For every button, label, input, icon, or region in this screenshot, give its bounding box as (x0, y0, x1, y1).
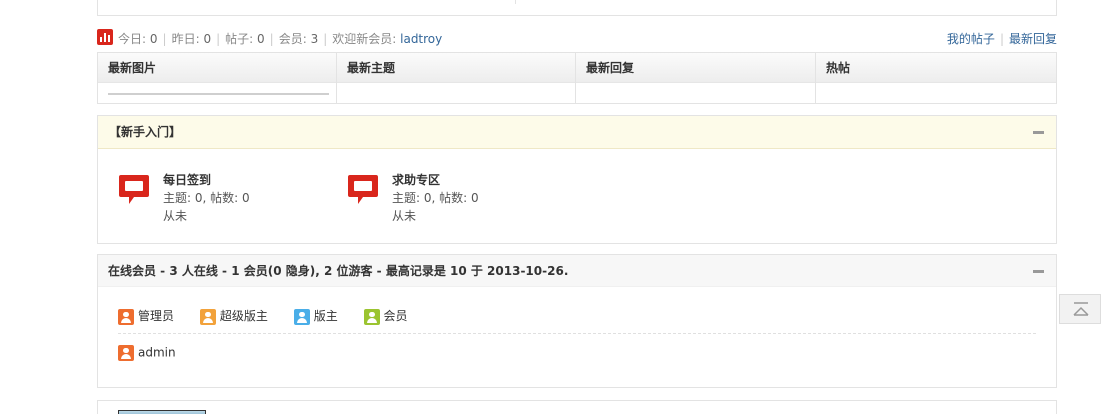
newbie-category-title[interactable]: 【新手入门】 (109, 125, 181, 139)
today-value: 0 (149, 32, 158, 46)
next-section-box (97, 400, 1057, 414)
latest-content-grid: 最新图片 最新主题 最新回复 热帖 (97, 52, 1057, 104)
super-moderator-user-icon (199, 308, 216, 325)
legend-label: 版主 (313, 309, 338, 323)
online-members-header: 在线会员 - 3 人在线 - 1 会员(0 隐身), 2 位游客 - 最高记录是… (98, 255, 1056, 287)
forum-stats-bar: 今日: 0 | 昨日: 0 | 帖子: 0 | 会员: 3 | 欢迎新会员: ladtroy 我… (97, 28, 1057, 46)
member-user-icon (363, 308, 380, 325)
admin-user-icon (118, 345, 134, 361)
user-group-legend: 管理员 超级版主 版主 会员 (118, 307, 430, 325)
legend-item-super-moderator: 超级版主 (199, 307, 268, 325)
column-divider (515, 0, 516, 4)
welcome-label: 欢迎新会员: (332, 32, 397, 46)
online-member-name[interactable]: admin (138, 346, 176, 360)
newbie-category-box: 【新手入门】 每日签到 主题: 0, 帖数: 0 从未 求助专区 主题: 0, … (97, 115, 1057, 244)
newest-member-link[interactable]: ladtroy (400, 32, 442, 46)
stats-items: 今日: 0 | 昨日: 0 | 帖子: 0 | 会员: 3 | 欢迎新会员: ladtroy (118, 32, 443, 46)
today-label: 今日: (118, 32, 147, 46)
stats-links: 我的帖子 | 最新回复 (946, 32, 1057, 46)
latest-replies-column: 最新回复 (576, 53, 816, 103)
admin-user-icon (118, 308, 134, 325)
members-label: 会员: (278, 32, 307, 46)
forum-last-post: 从未 (163, 209, 188, 223)
online-member-item[interactable]: admin (118, 345, 176, 361)
legend-item-member: 会员 (363, 307, 408, 325)
forum-bubble-icon[interactable] (118, 173, 150, 207)
yesterday-label: 昨日: (171, 32, 200, 46)
yesterday-value: 0 (203, 32, 212, 46)
forum-stats: 主题: 0, 帖数: 0 (163, 191, 250, 205)
forum-stats: 主题: 0, 帖数: 0 (392, 191, 479, 205)
back-to-top-button[interactable] (1059, 294, 1101, 324)
legend-item-moderator: 版主 (293, 307, 338, 325)
forum-bubble-icon[interactable] (347, 173, 379, 207)
forum-name[interactable]: 每日签到 (163, 171, 211, 188)
latest-threads-column: 最新主题 (337, 53, 576, 103)
legend-label: 管理员 (138, 309, 175, 323)
arrow-up-icon (1073, 302, 1089, 316)
legend-item-admin: 管理员 (118, 307, 174, 325)
legend-label: 超级版主 (219, 309, 268, 323)
online-members-box: 在线会员 - 3 人在线 - 1 会员(0 隐身), 2 位游客 - 最高记录是… (97, 254, 1057, 388)
newbie-category-header: 【新手入门】 (98, 116, 1056, 149)
forum-last-post: 从未 (392, 209, 417, 223)
latest-replies-link[interactable]: 最新回复 (1009, 32, 1057, 46)
collapse-icon[interactable] (1033, 131, 1044, 134)
image-slider-placeholder (108, 93, 329, 95)
hot-threads-column: 热帖 (816, 53, 1056, 103)
members-value: 3 (310, 32, 319, 46)
latest-images-header[interactable]: 最新图片 (98, 53, 336, 83)
legend-label: 会员 (383, 309, 408, 323)
my-posts-link[interactable]: 我的帖子 (947, 32, 995, 46)
hot-threads-header[interactable]: 热帖 (816, 53, 1056, 83)
posts-label: 帖子: (225, 32, 254, 46)
latest-images-column: 最新图片 (98, 53, 337, 103)
moderator-user-icon (293, 308, 310, 325)
collapse-icon[interactable] (1033, 270, 1044, 273)
stats-chart-icon (97, 29, 113, 45)
banner-thumbnail[interactable] (118, 410, 206, 414)
dashed-divider (118, 333, 1036, 334)
latest-replies-header[interactable]: 最新回复 (576, 53, 815, 83)
forum-name[interactable]: 求助专区 (392, 171, 440, 188)
posts-value: 0 (257, 32, 265, 46)
latest-threads-header[interactable]: 最新主题 (337, 53, 575, 83)
previous-section-box (97, 0, 1057, 16)
online-members-title: 在线会员 - 3 人在线 - 1 会员(0 隐身), 2 位游客 - 最高记录是… (108, 264, 569, 278)
